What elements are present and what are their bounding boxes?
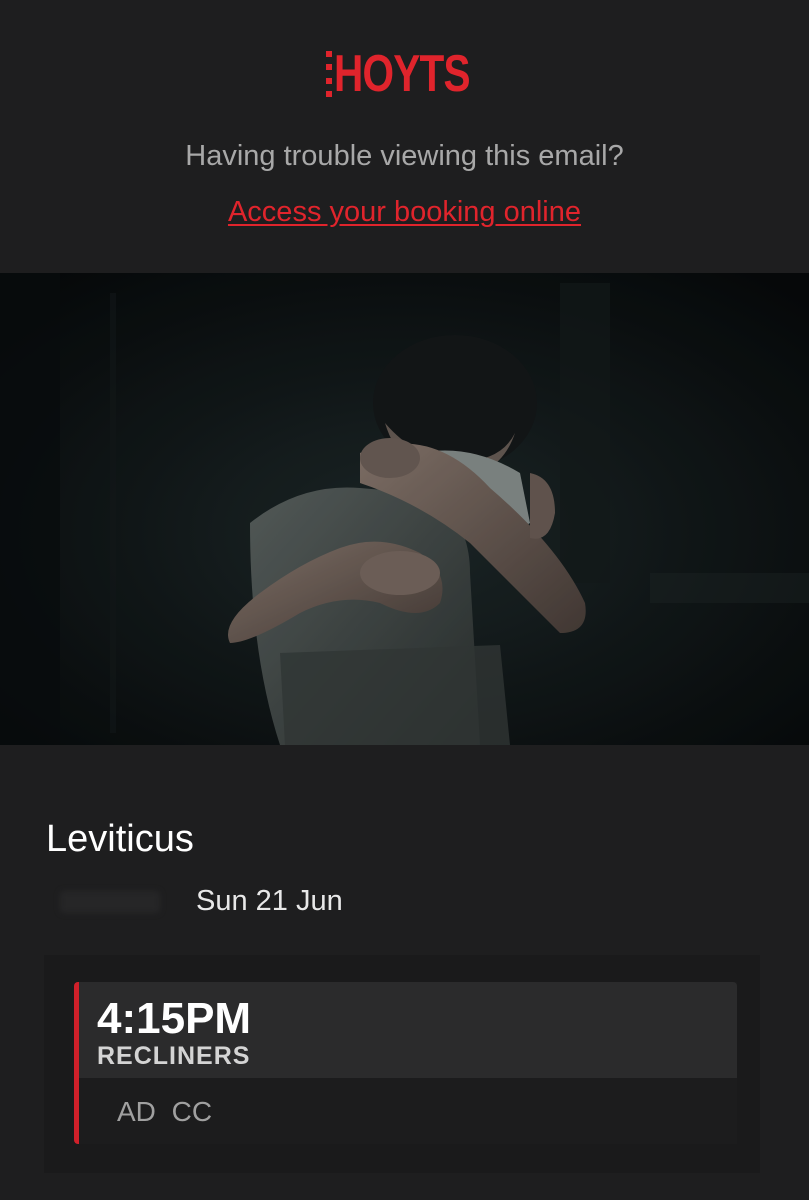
session-header: 4:15PM RECLINERS xyxy=(79,982,737,1078)
session-time: 4:15PM xyxy=(97,994,252,1043)
email-header: HOYTS Having trouble viewing this email?… xyxy=(0,0,809,273)
accessibility-tags: AD CC xyxy=(117,1096,213,1127)
session-card[interactable]: 4:15PM RECLINERS AD CC xyxy=(74,982,737,1144)
session-type: RECLINERS xyxy=(97,1042,251,1070)
hoyts-logo[interactable]: HOYTS xyxy=(326,45,508,103)
movie-title: Leviticus xyxy=(46,818,194,860)
trouble-viewing-text: Having trouble viewing this email? xyxy=(185,140,624,172)
movie-still-image xyxy=(0,273,809,745)
logo-text: HOYTS xyxy=(334,45,471,103)
redacted-cinema-name xyxy=(60,891,160,913)
logo-bars-icon xyxy=(326,51,332,97)
access-booking-link[interactable]: Access your booking online xyxy=(0,196,809,229)
show-date: Sun 21 Jun xyxy=(196,885,343,917)
